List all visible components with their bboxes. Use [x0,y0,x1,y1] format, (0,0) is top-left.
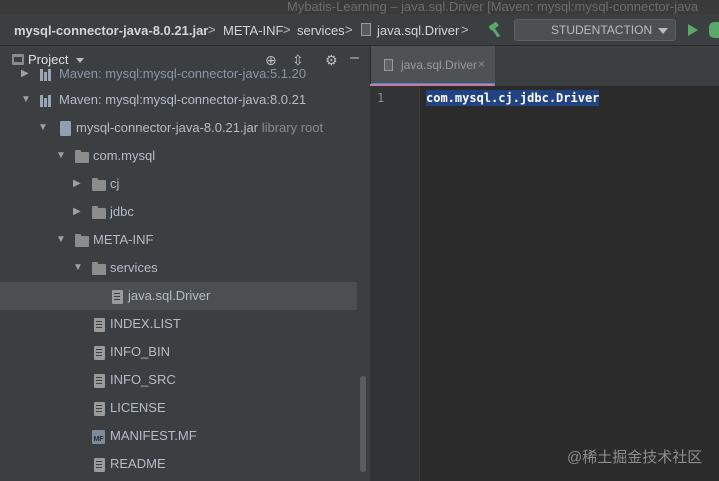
text-file-icon [384,59,393,71]
tree-item-cj[interactable]: ▶ cj [0,170,357,198]
tree-item-maven-mysql-8[interactable]: ▼ Maven: mysql:mysql-connector-java:8.0.… [0,86,357,114]
tree-item-label: jdbc [110,204,134,219]
chevron-down-icon[interactable]: ▼ [56,150,66,161]
library-root-hint: library root [261,120,324,135]
chevron-right-icon[interactable]: ▶ [73,178,81,189]
editor-tab-bar: java.sql.Driver × [370,46,719,86]
folder-icon [92,262,106,275]
text-file-icon [94,374,105,388]
tree-item-info-src[interactable]: INFO_SRC [0,366,357,394]
tree-item-label: INFO_BIN [110,344,170,359]
tree-item-label: mysql-connector-java-8.0.21.jar [76,120,259,135]
tree-item-manifest-mf[interactable]: MF MANIFEST.MF [0,422,357,450]
chevron-down-icon[interactable]: ▼ [73,262,83,273]
tree-item-label: Maven: mysql:mysql-connector-java:5.1.20 [59,66,307,81]
watermark: @稀土掘金技术社区 [567,449,703,466]
tree-item-meta-inf[interactable]: ▼ META-INF [0,226,357,254]
code-line[interactable]: com.mysql.cj.jdbc.Driver [426,90,600,106]
text-file-icon [94,318,105,332]
tree-item-label: INFO_SRC [110,372,176,387]
package-icon [92,206,106,219]
breadcrumb-jar[interactable]: mysql-connector-java-8.0.21.jar [14,23,208,38]
chevron-down-icon[interactable]: ▼ [56,234,66,245]
breadcrumb-java-sql-driver[interactable]: java.sql.Driver [377,23,459,38]
package-icon [92,178,106,191]
chevron-down-icon[interactable]: ▼ [38,122,48,133]
line-number: 1 [377,91,385,105]
tree-item-jdbc[interactable]: ▶ jdbc [0,198,357,226]
text-file-icon [94,402,105,416]
breadcrumb-separator: > [283,22,291,37]
tree-item-label: java.sql.Driver [128,288,211,303]
breadcrumb-services[interactable]: services [297,23,345,38]
tree-item-license[interactable]: LICENSE [0,394,357,422]
tree-item-services[interactable]: ▼ services [0,254,357,282]
text-file-icon [112,290,123,304]
package-icon [75,150,89,163]
project-panel: Project ⊕ ⇳ ⚙ – ▶ Maven: mysql:mysql-con… [0,46,370,481]
tab-java-sql-driver[interactable]: java.sql.Driver × [371,46,495,86]
run-configuration-select[interactable]: STUDENTACTION [514,19,676,41]
tree-item-index-list[interactable]: INDEX.LIST [0,310,357,338]
window-title-bar: Mybatis-Learning – java.sql.Driver [Mave… [0,0,719,14]
tree-item-label: INDEX.LIST [110,316,181,331]
tree-item-label: com.mysql [93,148,156,163]
editor-text-area[interactable]: com.mysql.cj.jdbc.Driver [421,86,719,481]
chevron-right-icon[interactable]: ▶ [21,68,29,79]
chevron-down-icon [658,28,668,34]
tree-item-label: MANIFEST.MF [110,428,197,443]
tree-item-connector-jar[interactable]: ▼ mysql-connector-java-8.0.21.jar librar… [0,114,357,142]
breadcrumb-meta-inf[interactable]: META-INF [223,23,283,38]
tree-item-label: META-INF [93,232,154,247]
tree-item-readme[interactable]: README [0,450,357,478]
breadcrumb-separator: > [345,22,353,37]
breadcrumb-separator: > [461,22,469,37]
build-hammer-icon[interactable] [487,22,503,38]
tree-item-label: services [110,260,158,275]
breadcrumb-separator: > [208,22,216,37]
library-icon [40,69,52,81]
tab-label: java.sql.Driver [401,58,478,72]
tree-item-com-mysql[interactable]: ▼ com.mysql [0,142,357,170]
debug-icon[interactable] [709,22,719,38]
tree-item-label: README [110,456,166,471]
navigation-bar: mysql-connector-java-8.0.21.jar > META-I… [0,14,719,46]
run-icon[interactable] [688,24,698,36]
tree-item-java-sql-driver[interactable]: java.sql.Driver [0,282,357,310]
project-panel-scrollbar[interactable] [360,376,366,472]
run-configuration-label: STUDENTACTION [551,23,653,37]
close-icon[interactable]: × [478,57,485,71]
window-title: Mybatis-Learning – java.sql.Driver [Mave… [287,0,699,14]
file-icon [361,23,371,36]
tree-item-label-wrap: mysql-connector-java-8.0.21.jar library … [76,120,323,135]
jar-icon [60,121,71,136]
tree-item-label: cj [110,176,120,191]
text-file-icon [94,458,105,472]
manifest-file-icon: MF [92,430,105,444]
tree-item-label: Maven: mysql:mysql-connector-java:8.0.21 [59,92,307,107]
text-file-icon [94,346,105,360]
tree-item-info-bin[interactable]: INFO_BIN [0,338,357,366]
chevron-right-icon[interactable]: ▶ [73,206,81,217]
tree-item-maven-mysql-5[interactable]: ▶ Maven: mysql:mysql-connector-java:5.1.… [0,60,357,88]
library-icon [40,95,52,107]
chevron-down-icon[interactable]: ▼ [21,94,31,105]
editor-gutter: 1 [370,86,420,481]
folder-icon [75,234,89,247]
tree-item-label: LICENSE [110,400,166,415]
